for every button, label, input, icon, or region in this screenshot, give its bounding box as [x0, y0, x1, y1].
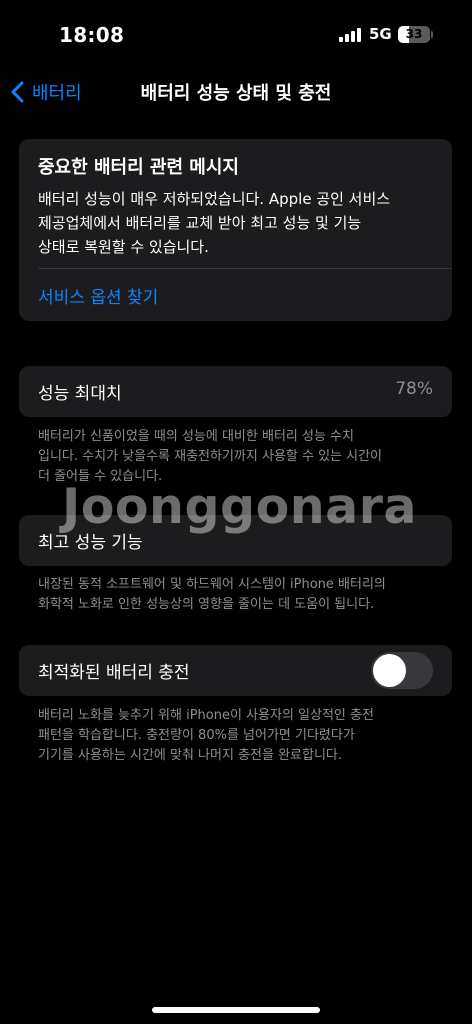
message-title: 중요한 배터리 관련 메시지 [38, 157, 239, 178]
footnote-line: 내장된 동적 소프트웨어 및 하드웨어 시스템이 iPhone 배터리의 [38, 577, 386, 592]
max-capacity-value: 78% [395, 379, 433, 399]
toggle-knob [373, 654, 406, 687]
cellular-signal-icon [339, 28, 361, 42]
battery-tip [431, 31, 433, 38]
max-capacity-label: 성능 최대치 [38, 384, 122, 404]
home-indicator [152, 1007, 320, 1013]
message-body-line: 상태로 복원할 수 있습니다. [38, 238, 209, 256]
service-options-link[interactable]: 서비스 옵션 찾기 [38, 283, 158, 308]
footnote-line: 패턴을 학습합니다. 충전량이 80%를 넘어가면 기다렸다가 [38, 728, 355, 743]
max-capacity-row: 성능 최대치 78% [19, 366, 452, 417]
peak-performance-footnote: 내장된 동적 소프트웨어 및 하드웨어 시스템이 iPhone 배터리의 화학적… [38, 575, 438, 615]
battery-icon: 33 [398, 26, 430, 43]
footnote-line: 화학적 노화로 인한 성능상의 영향을 줄이는 데 도움이 됩니다. [38, 597, 375, 612]
footnote-line: 입니다. 수치가 낮을수록 재충전하기까지 사용할 수 있는 시간이 [38, 449, 383, 464]
footnote-line: 배터리가 신품이었을 때의 성능에 대비한 배터리 성능 수치 [38, 429, 354, 444]
footnote-line: 더 줄어들 수 있습니다. [38, 469, 163, 484]
battery-level: 33 [405, 27, 423, 41]
message-body-line: 제공업체에서 배터리를 교체 받아 최고 성능 및 기능 [38, 214, 362, 232]
network-type: 5G [369, 25, 392, 43]
peak-performance-label: 최고 성능 기능 [38, 533, 143, 553]
optimized-charging-row: 최적화된 배터리 충전 [19, 645, 452, 696]
optimized-charging-label: 최적화된 배터리 충전 [38, 663, 190, 683]
footnote-line: 배터리 노화를 늦추기 위해 iPhone이 사용자의 일상적인 충전 [38, 708, 374, 723]
page-title: 배터리 성능 상태 및 충전 [140, 83, 332, 104]
optimized-charging-toggle[interactable] [371, 652, 433, 689]
status-time: 18:08 [59, 23, 125, 47]
message-body-line: 배터리 성능이 매우 저하되었습니다. Apple 공인 서비스 [38, 190, 391, 208]
status-bar: 18:08 5G 33 [0, 0, 472, 70]
message-body: 배터리 성능이 매우 저하되었습니다. Apple 공인 서비스 제공업체에서 … [38, 187, 443, 259]
footnote-line: 기기를 사용하는 시간에 맞춰 나머지 충전을 완료합니다. [38, 748, 343, 763]
navigation-bar: 배터리 배터리 성능 상태 및 충전 [0, 70, 472, 114]
divider [38, 268, 452, 269]
max-capacity-footnote: 배터리가 신품이었을 때의 성능에 대비한 배터리 성능 수치 입니다. 수치가… [38, 427, 438, 487]
optimized-charging-footnote: 배터리 노화를 늦추기 위해 iPhone이 사용자의 일상적인 충전 패턴을 … [38, 706, 438, 766]
peak-performance-row[interactable]: 최고 성능 기능 [19, 515, 452, 566]
battery-message-card: 중요한 배터리 관련 메시지 배터리 성능이 매우 저하되었습니다. Apple… [19, 139, 452, 321]
